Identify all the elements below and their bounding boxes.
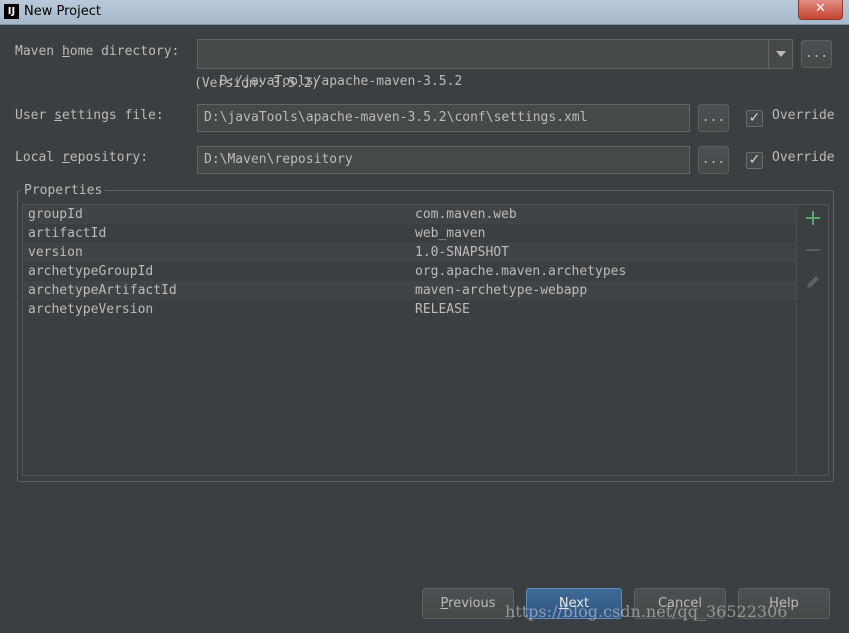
table-row[interactable]: archetypeGroupId org.apache.maven.archet… <box>23 262 796 281</box>
property-key: archetypeVersion <box>28 302 154 317</box>
plus-icon[interactable] <box>803 210 823 230</box>
properties-title: Properties <box>21 183 106 198</box>
local-repository-override-checkbox[interactable]: ✓ <box>746 152 763 169</box>
maven-home-label: Maven home directory: <box>15 44 180 59</box>
property-key: groupId <box>28 207 83 222</box>
cancel-button[interactable]: Cancel <box>634 588 726 619</box>
property-value: maven-archetype-webapp <box>415 283 588 298</box>
maven-home-browse-button[interactable]: ... <box>801 40 832 68</box>
user-settings-override-checkbox[interactable]: ✓ <box>746 110 763 127</box>
user-settings-browse-button[interactable]: ... <box>698 104 729 132</box>
property-key: archetypeArtifactId <box>28 283 177 298</box>
intellij-app-icon: IJ <box>4 4 19 19</box>
property-value: RELEASE <box>415 302 470 317</box>
maven-version-text: (Version: 3.5.2) <box>194 76 320 91</box>
properties-table[interactable]: groupId com.maven.web artifactId web_mav… <box>22 204 797 476</box>
property-value: org.apache.maven.archetypes <box>415 264 627 279</box>
previous-button[interactable]: Previous <box>422 588 514 619</box>
local-repository-input[interactable]: D:\Maven\repository <box>197 146 690 174</box>
table-row[interactable]: version 1.0-SNAPSHOT <box>23 243 796 262</box>
table-row[interactable]: archetypeArtifactId maven-archetype-weba… <box>23 281 796 300</box>
user-settings-label: User settings file: <box>15 108 164 123</box>
window-title: New Project <box>24 4 101 19</box>
help-button[interactable]: Help <box>738 588 830 619</box>
table-row[interactable]: artifactId web_maven <box>23 224 796 243</box>
table-row[interactable]: groupId com.maven.web <box>23 205 796 224</box>
table-row[interactable]: archetypeVersion RELEASE <box>23 300 796 319</box>
user-settings-override-label: Override <box>772 108 835 123</box>
local-repository-browse-button[interactable]: ... <box>698 146 729 174</box>
local-repository-label: Local repository: <box>15 150 149 165</box>
title-bar: IJ New Project ✕ <box>0 0 849 25</box>
user-settings-input[interactable]: D:\javaTools\apache-maven-3.5.2\conf\set… <box>197 104 690 132</box>
property-key: artifactId <box>28 226 107 241</box>
chevron-down-icon[interactable] <box>768 40 792 68</box>
maven-home-combobox[interactable]: D:/javaTools/apache-maven-3.5.2 <box>197 39 793 89</box>
pencil-icon[interactable] <box>803 274 823 294</box>
property-value: com.maven.web <box>415 207 517 222</box>
property-key: archetypeGroupId <box>28 264 154 279</box>
next-button[interactable]: Next <box>526 588 622 619</box>
property-value: 1.0-SNAPSHOT <box>415 245 509 260</box>
minus-icon[interactable] <box>803 242 823 262</box>
property-key: version <box>28 245 83 260</box>
close-window-button[interactable]: ✕ <box>798 0 843 20</box>
local-repository-override-label: Override <box>772 150 835 165</box>
properties-toolbar <box>796 204 829 476</box>
property-value: web_maven <box>415 226 486 241</box>
